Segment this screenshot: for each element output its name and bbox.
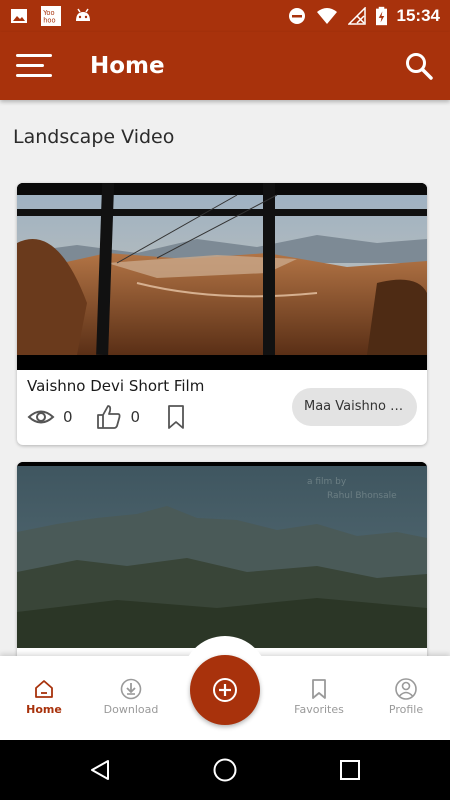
nav-profile-label: Profile [388, 703, 424, 716]
watermark-text-2: Rahul Bhonsale [327, 491, 397, 501]
eye-icon [27, 410, 55, 424]
nav-download[interactable]: Download [91, 678, 171, 716]
bookmark-icon[interactable] [162, 403, 190, 431]
video-title[interactable]: Vaishno Devi Short Film [27, 377, 204, 395]
nav-home[interactable]: Home [4, 678, 84, 716]
nav-profile[interactable]: Profile [366, 678, 446, 716]
yoohoo-icon: Yoohoo [41, 6, 61, 26]
profile-icon [395, 678, 417, 700]
nav-download-label: Download [103, 703, 159, 716]
section-title: Landscape Video [13, 126, 175, 148]
svg-text:hoo: hoo [43, 17, 55, 25]
wifi-icon [316, 8, 337, 24]
hamburger-icon[interactable] [16, 54, 52, 78]
video-thumbnail[interactable] [17, 183, 427, 370]
dnd-icon [288, 8, 305, 24]
nav-favorites-label: Favorites [294, 703, 344, 716]
home-icon [35, 680, 53, 698]
status-time: 15:34 [396, 6, 440, 25]
tag-chip[interactable]: Maa Vaishno Devi [292, 388, 417, 426]
thumbs-up-icon[interactable] [95, 403, 123, 431]
mountain-thumbnail-image: a film by Rahul Bhonsale [17, 462, 427, 648]
search-icon[interactable] [404, 51, 434, 81]
system-navigation-bar [0, 740, 450, 800]
landscape-thumbnail-image [17, 183, 427, 370]
app-bar: Home [0, 32, 450, 100]
no-signal-icon [347, 7, 366, 25]
bookmark-icon [312, 679, 326, 699]
page-title: Home [90, 53, 165, 79]
view-count: 0 [63, 408, 73, 426]
add-button[interactable] [190, 655, 260, 725]
like-count: 0 [130, 408, 141, 426]
battery-charging-icon [375, 6, 387, 26]
video-thumbnail[interactable]: a film by Rahul Bhonsale [17, 462, 427, 648]
add-circle-icon [213, 678, 237, 702]
video-stats: 0 0 [27, 403, 190, 431]
video-card[interactable]: a film by Rahul Bhonsale [17, 462, 427, 662]
android-icon [76, 8, 90, 21]
nav-favorites[interactable]: Favorites [279, 678, 359, 716]
video-card[interactable]: Vaishno Devi Short Film 0 0 Maa Vaishno … [17, 183, 427, 445]
nav-home-label: Home [26, 703, 62, 716]
home-circle-icon[interactable] [212, 757, 238, 783]
recents-icon[interactable] [339, 759, 361, 781]
download-icon [120, 678, 142, 700]
watermark-text-1: a film by [307, 477, 347, 487]
image-icon [11, 9, 27, 23]
status-bar: Yoo hoo 15:34 [0, 0, 450, 32]
back-icon[interactable] [88, 758, 112, 782]
